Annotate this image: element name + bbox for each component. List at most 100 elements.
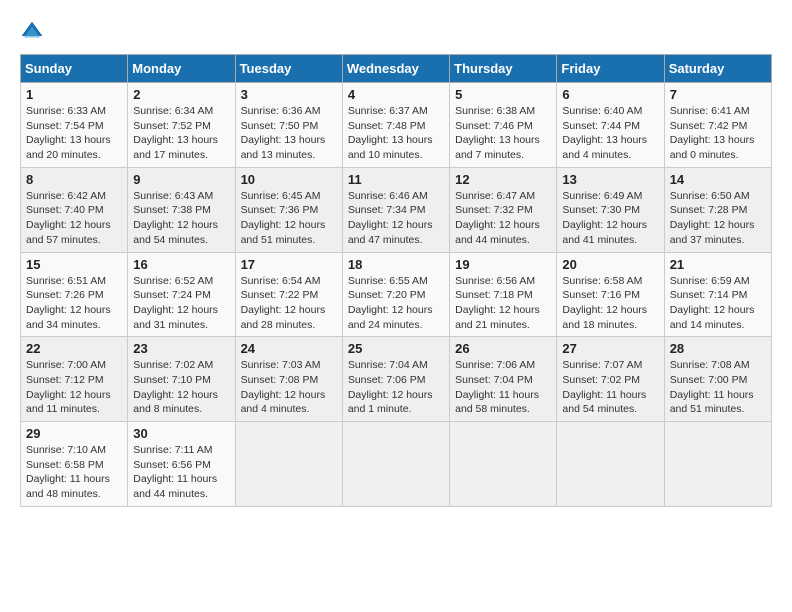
calendar-cell xyxy=(664,422,771,507)
calendar-cell: 21 Sunrise: 6:59 AMSunset: 7:14 PMDayligh… xyxy=(664,252,771,337)
day-info: Sunrise: 7:08 AMSunset: 7:00 PMDaylight:… xyxy=(670,358,766,417)
day-info: Sunrise: 7:00 AMSunset: 7:12 PMDaylight:… xyxy=(26,358,122,417)
day-number: 18 xyxy=(348,257,444,272)
calendar-cell: 16 Sunrise: 6:52 AMSunset: 7:24 PMDayligh… xyxy=(128,252,235,337)
day-info: Sunrise: 7:07 AMSunset: 7:02 PMDaylight:… xyxy=(562,358,658,417)
day-info: Sunrise: 6:40 AMSunset: 7:44 PMDaylight:… xyxy=(562,104,658,163)
day-info: Sunrise: 6:34 AMSunset: 7:52 PMDaylight:… xyxy=(133,104,229,163)
day-number: 23 xyxy=(133,341,229,356)
calendar-cell: 17 Sunrise: 6:54 AMSunset: 7:22 PMDayligh… xyxy=(235,252,342,337)
calendar-cell: 19 Sunrise: 6:56 AMSunset: 7:18 PMDayligh… xyxy=(450,252,557,337)
calendar-cell: 18 Sunrise: 6:55 AMSunset: 7:20 PMDayligh… xyxy=(342,252,449,337)
day-number: 11 xyxy=(348,172,444,187)
day-info: Sunrise: 7:03 AMSunset: 7:08 PMDaylight:… xyxy=(241,358,337,417)
logo xyxy=(20,20,48,44)
calendar-cell: 13 Sunrise: 6:49 AMSunset: 7:30 PMDayligh… xyxy=(557,167,664,252)
calendar-cell xyxy=(450,422,557,507)
day-number: 25 xyxy=(348,341,444,356)
day-number: 17 xyxy=(241,257,337,272)
day-number: 3 xyxy=(241,87,337,102)
header-friday: Friday xyxy=(557,55,664,83)
day-number: 29 xyxy=(26,426,122,441)
calendar-cell: 4 Sunrise: 6:37 AMSunset: 7:48 PMDaylight… xyxy=(342,83,449,168)
day-number: 16 xyxy=(133,257,229,272)
calendar-cell: 9Sunrise: 6:43 AMSunset: 7:38 PMDaylight… xyxy=(128,167,235,252)
day-number: 19 xyxy=(455,257,551,272)
calendar-cell: 29Sunrise: 7:10 AMSunset: 6:58 PMDayligh… xyxy=(21,422,128,507)
day-info: Sunrise: 6:42 AMSunset: 7:40 PMDaylight:… xyxy=(26,189,122,248)
header-tuesday: Tuesday xyxy=(235,55,342,83)
header-thursday: Thursday xyxy=(450,55,557,83)
day-number: 6 xyxy=(562,87,658,102)
calendar-week-row: 15 Sunrise: 6:51 AMSunset: 7:26 PMDayligh… xyxy=(21,252,772,337)
day-number: 22 xyxy=(26,341,122,356)
day-info: Sunrise: 6:54 AMSunset: 7:22 PMDaylight:… xyxy=(241,274,337,333)
calendar-cell: 20 Sunrise: 6:58 AMSunset: 7:16 PMDayligh… xyxy=(557,252,664,337)
calendar-cell xyxy=(342,422,449,507)
header-sunday: Sunday xyxy=(21,55,128,83)
day-info: Sunrise: 6:37 AMSunset: 7:48 PMDaylight:… xyxy=(348,104,444,163)
day-number: 30 xyxy=(133,426,229,441)
day-number: 7 xyxy=(670,87,766,102)
day-info: Sunrise: 6:36 AMSunset: 7:50 PMDaylight:… xyxy=(241,104,337,163)
calendar-week-row: 1 Sunrise: 6:33 AMSunset: 7:54 PMDaylight… xyxy=(21,83,772,168)
calendar-header-row: SundayMondayTuesdayWednesdayThursdayFrid… xyxy=(21,55,772,83)
header-monday: Monday xyxy=(128,55,235,83)
day-info: Sunrise: 6:41 AMSunset: 7:42 PMDaylight:… xyxy=(670,104,766,163)
day-info: Sunrise: 7:06 AMSunset: 7:04 PMDaylight:… xyxy=(455,358,551,417)
day-number: 28 xyxy=(670,341,766,356)
day-number: 4 xyxy=(348,87,444,102)
calendar-cell: 27Sunrise: 7:07 AMSunset: 7:02 PMDayligh… xyxy=(557,337,664,422)
day-info: Sunrise: 6:43 AMSunset: 7:38 PMDaylight:… xyxy=(133,189,229,248)
calendar-week-row: 29Sunrise: 7:10 AMSunset: 6:58 PMDayligh… xyxy=(21,422,772,507)
calendar-cell: 24 Sunrise: 7:03 AMSunset: 7:08 PMDayligh… xyxy=(235,337,342,422)
header-wednesday: Wednesday xyxy=(342,55,449,83)
calendar-cell: 15 Sunrise: 6:51 AMSunset: 7:26 PMDayligh… xyxy=(21,252,128,337)
header-saturday: Saturday xyxy=(664,55,771,83)
day-number: 21 xyxy=(670,257,766,272)
page-header xyxy=(20,20,772,44)
day-info: Sunrise: 6:56 AMSunset: 7:18 PMDaylight:… xyxy=(455,274,551,333)
day-info: Sunrise: 6:58 AMSunset: 7:16 PMDaylight:… xyxy=(562,274,658,333)
day-info: Sunrise: 6:59 AMSunset: 7:14 PMDaylight:… xyxy=(670,274,766,333)
calendar-cell: 28 Sunrise: 7:08 AMSunset: 7:00 PMDayligh… xyxy=(664,337,771,422)
day-number: 14 xyxy=(670,172,766,187)
calendar-cell: 30Sunrise: 7:11 AMSunset: 6:56 PMDayligh… xyxy=(128,422,235,507)
day-info: Sunrise: 6:55 AMSunset: 7:20 PMDaylight:… xyxy=(348,274,444,333)
day-info: Sunrise: 6:49 AMSunset: 7:30 PMDaylight:… xyxy=(562,189,658,248)
day-info: Sunrise: 7:02 AMSunset: 7:10 PMDaylight:… xyxy=(133,358,229,417)
calendar-cell: 10Sunrise: 6:45 AMSunset: 7:36 PMDayligh… xyxy=(235,167,342,252)
calendar-cell xyxy=(235,422,342,507)
day-number: 15 xyxy=(26,257,122,272)
day-number: 12 xyxy=(455,172,551,187)
day-info: Sunrise: 6:51 AMSunset: 7:26 PMDaylight:… xyxy=(26,274,122,333)
calendar-cell: 8 Sunrise: 6:42 AMSunset: 7:40 PMDaylight… xyxy=(21,167,128,252)
day-number: 8 xyxy=(26,172,122,187)
day-info: Sunrise: 6:52 AMSunset: 7:24 PMDaylight:… xyxy=(133,274,229,333)
day-number: 1 xyxy=(26,87,122,102)
calendar-week-row: 22 Sunrise: 7:00 AMSunset: 7:12 PMDayligh… xyxy=(21,337,772,422)
calendar-week-row: 8 Sunrise: 6:42 AMSunset: 7:40 PMDaylight… xyxy=(21,167,772,252)
day-info: Sunrise: 6:45 AMSunset: 7:36 PMDaylight:… xyxy=(241,189,337,248)
calendar-cell: 11 Sunrise: 6:46 AMSunset: 7:34 PMDayligh… xyxy=(342,167,449,252)
calendar-cell: 3 Sunrise: 6:36 AMSunset: 7:50 PMDaylight… xyxy=(235,83,342,168)
day-info: Sunrise: 6:33 AMSunset: 7:54 PMDaylight:… xyxy=(26,104,122,163)
calendar-cell: 7 Sunrise: 6:41 AMSunset: 7:42 PMDaylight… xyxy=(664,83,771,168)
day-info: Sunrise: 6:38 AMSunset: 7:46 PMDaylight:… xyxy=(455,104,551,163)
calendar-cell: 12 Sunrise: 6:47 AMSunset: 7:32 PMDayligh… xyxy=(450,167,557,252)
calendar-cell xyxy=(557,422,664,507)
day-info: Sunrise: 6:46 AMSunset: 7:34 PMDaylight:… xyxy=(348,189,444,248)
calendar-cell: 2 Sunrise: 6:34 AMSunset: 7:52 PMDaylight… xyxy=(128,83,235,168)
day-info: Sunrise: 7:04 AMSunset: 7:06 PMDaylight:… xyxy=(348,358,444,417)
day-number: 13 xyxy=(562,172,658,187)
calendar-cell: 5 Sunrise: 6:38 AMSunset: 7:46 PMDaylight… xyxy=(450,83,557,168)
calendar-table: SundayMondayTuesdayWednesdayThursdayFrid… xyxy=(20,54,772,507)
day-info: Sunrise: 6:47 AMSunset: 7:32 PMDaylight:… xyxy=(455,189,551,248)
day-number: 5 xyxy=(455,87,551,102)
logo-icon xyxy=(20,20,44,44)
day-number: 24 xyxy=(241,341,337,356)
day-number: 26 xyxy=(455,341,551,356)
day-number: 2 xyxy=(133,87,229,102)
calendar-cell: 26 Sunrise: 7:06 AMSunset: 7:04 PMDayligh… xyxy=(450,337,557,422)
day-number: 20 xyxy=(562,257,658,272)
